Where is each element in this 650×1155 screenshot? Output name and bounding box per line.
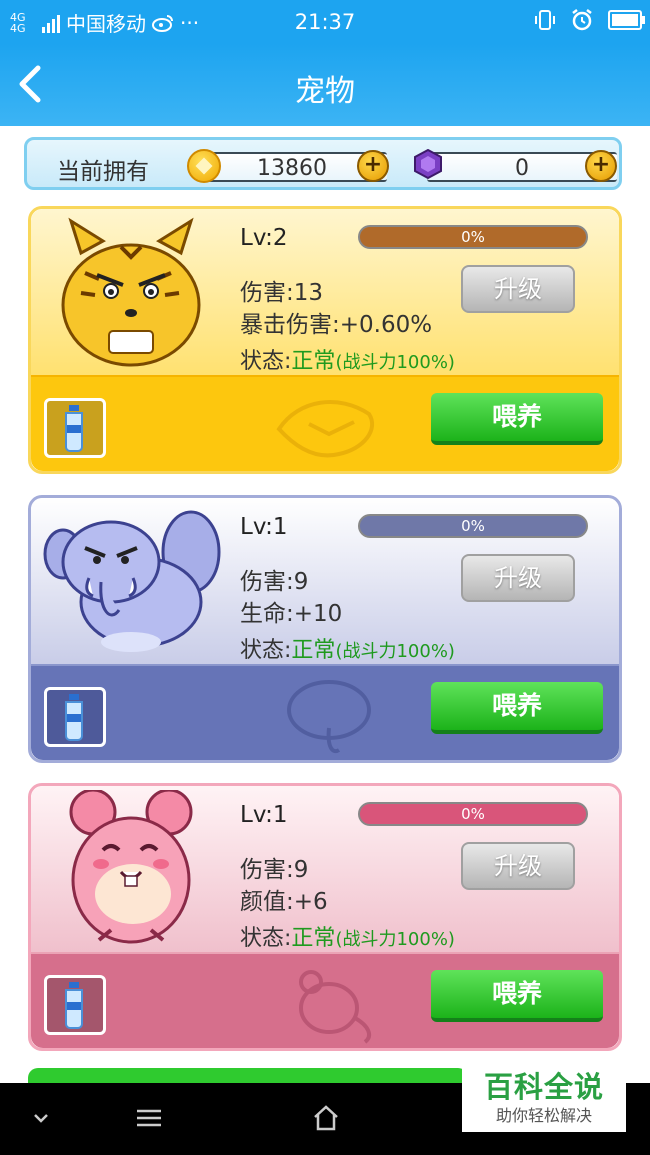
battery-icon	[608, 10, 645, 30]
menu-icon[interactable]	[134, 1103, 164, 1133]
pet-status: 状态:正常(战斗力100%)	[240, 632, 455, 664]
status-right	[534, 8, 645, 32]
status-detail: (战斗力100%)	[335, 929, 455, 950]
alarm-icon	[572, 9, 592, 31]
add-gem-button[interactable]: +	[585, 150, 617, 182]
title-bar: 宠物	[0, 44, 650, 126]
water-bottle-icon	[65, 982, 83, 1029]
watermark-main: 百科全说	[483, 1070, 604, 1104]
pet-info-area: Lv:1 0% 伤害:9 生命:+10 状态:正常(战斗力100%) 升级	[31, 498, 619, 664]
next-card-edge	[28, 1068, 468, 1084]
status-detail: (战斗力100%)	[335, 641, 455, 662]
pet-bonus-stat: 颜值:+6	[240, 889, 328, 915]
tiger-watermark-icon	[276, 400, 375, 458]
currency-label: 当前拥有	[57, 159, 149, 185]
gold-coin-icon	[187, 149, 221, 183]
feed-area: 喂养	[31, 952, 619, 1048]
pet-bonus-stat: 暴击伤害:+0.60%	[240, 312, 433, 338]
pet-card-mouse: Lv:1 0% 伤害:9 颜值:+6 状态:正常(战斗力100%) 升级 喂养	[28, 783, 622, 1051]
food-slot[interactable]	[44, 975, 106, 1035]
pet-level: Lv:2	[240, 225, 288, 251]
status-label: 状态:	[240, 349, 292, 374]
pet-card-tiger: Lv:2 0% 伤害:13 暴击伤害:+0.60% 状态:正常(战斗力100%)…	[28, 206, 622, 474]
feed-button[interactable]: 喂养	[431, 682, 603, 734]
water-bottle-icon	[65, 405, 83, 452]
currency-bar: 当前拥有 13860 + 0 +	[24, 137, 622, 190]
pet-level: Lv:1	[240, 802, 288, 828]
elephant-watermark-icon	[287, 680, 371, 754]
pet-level: Lv:1	[240, 514, 288, 540]
pet-damage: 伤害:13	[240, 280, 324, 306]
food-slot[interactable]	[44, 398, 106, 458]
tiger-pet-image	[61, 217, 201, 367]
status-value: 正常	[291, 926, 336, 951]
feed-area: 喂养	[31, 664, 619, 760]
upgrade-button[interactable]: 升级	[461, 265, 575, 313]
feed-button[interactable]: 喂养	[431, 393, 603, 445]
home-icon[interactable]	[311, 1103, 341, 1133]
pet-damage: 伤害:9	[240, 569, 309, 595]
water-bottle-icon	[65, 694, 83, 741]
pet-info-area: Lv:1 0% 伤害:9 颜值:+6 状态:正常(战斗力100%) 升级	[31, 786, 619, 952]
pet-card-elephant: Lv:1 0% 伤害:9 生命:+10 状态:正常(战斗力100%) 升级 喂养	[28, 495, 622, 763]
pet-damage: 伤害:9	[240, 857, 309, 883]
upgrade-button[interactable]: 升级	[461, 554, 575, 602]
food-slot[interactable]	[44, 687, 106, 747]
vibrate-icon	[535, 10, 555, 30]
mouse-watermark-icon	[299, 970, 372, 1044]
pet-status: 状态:正常(战斗力100%)	[240, 343, 455, 375]
watermark-badge: 百科全说 助你轻松解决	[462, 1052, 626, 1132]
page-title: 宠物	[295, 74, 355, 109]
feed-button[interactable]: 喂养	[431, 970, 603, 1022]
pet-bonus-stat: 生命:+10	[240, 601, 343, 627]
experience-bar: 0%	[358, 514, 588, 538]
status-detail: (战斗力100%)	[335, 352, 455, 373]
mouse-pet-image	[69, 790, 193, 944]
upgrade-button[interactable]: 升级	[461, 842, 575, 890]
status-bar: 4G 4G 中国移动 ··· 21:37	[0, 0, 650, 44]
elephant-pet-image	[43, 510, 221, 652]
watermark-sub: 助你轻松解决	[495, 1106, 592, 1125]
feed-area: 喂养	[31, 375, 619, 471]
status-value: 正常	[291, 349, 336, 374]
chevron-down-icon[interactable]	[26, 1103, 56, 1133]
status-label: 状态:	[240, 638, 292, 663]
pet-info-area: Lv:2 0% 伤害:13 暴击伤害:+0.60% 状态:正常(战斗力100%)…	[31, 209, 619, 375]
status-value: 正常	[291, 638, 336, 663]
purple-gem-icon	[414, 149, 442, 179]
add-gold-button[interactable]: +	[357, 150, 389, 182]
status-label: 状态:	[240, 926, 292, 951]
pet-status: 状态:正常(战斗力100%)	[240, 920, 455, 952]
experience-bar: 0%	[358, 802, 588, 826]
experience-bar: 0%	[358, 225, 588, 249]
